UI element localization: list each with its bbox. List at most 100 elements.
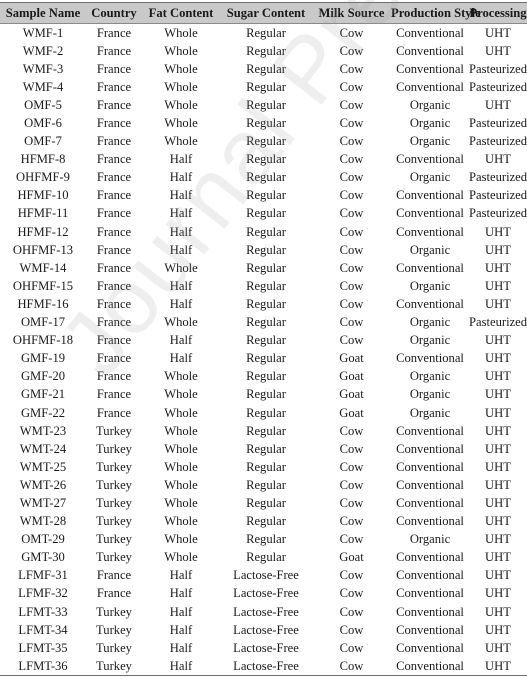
cell-fat-content: Half [169,242,193,257]
cell-sample-name: GMF-21 [20,387,66,402]
cell-production-style: Organic [409,242,451,257]
cell-milk-source: Cow [339,260,364,275]
header-processing: Processing [469,2,527,24]
cell-milk-source: Cow [339,586,364,601]
cell-fat-content: Half [169,170,193,185]
cell-processing: Pasteurized [469,61,527,76]
cell-milk-source: Goat [339,351,364,366]
cell-sugar-content: Regular [246,333,286,348]
table-row: HFMF-8 France Half Regular Cow Conventional UH… [0,151,527,169]
cell-sugar-content: Regular [246,152,286,167]
cell-sample-name: WMT-25 [19,459,67,474]
cell-sugar-content: Regular [246,116,286,131]
table-row: HFMF-10 France Half Regular Cow Conventional P… [0,187,527,205]
cell-fat-content: Whole [164,116,198,131]
table-row: WMF-1 France Whole Regular Cow Conventional UH… [0,24,527,43]
cell-sugar-content: Lactose-Free [233,622,299,637]
cell-fat-content: Half [169,333,193,348]
cell-processing: UHT [485,550,511,565]
cell-sugar-content: Lactose-Free [233,586,299,601]
cell-sample-name: WMT-28 [19,514,67,529]
cell-processing: UHT [485,459,511,474]
cell-country: France [96,568,132,583]
cell-country: France [96,278,132,293]
cell-sugar-content: Regular [246,242,286,257]
cell-sugar-content: Regular [246,79,286,94]
cell-production-style: Organic [409,170,451,185]
table-row: LFMT-36 Turkey Half Lactose-Free Cow Conventi… [0,657,527,677]
cell-production-style: Organic [409,387,451,402]
cell-sugar-content: Regular [246,550,286,565]
cell-sugar-content: Regular [246,43,286,58]
cell-sugar-content: Regular [246,25,286,40]
cell-sample-name: GMF-19 [20,351,66,366]
cell-sample-name: LFMT-35 [18,640,68,655]
cell-fat-content: Half [169,224,193,239]
cell-production-style: Conventional [396,43,464,58]
cell-processing: UHT [485,387,511,402]
cell-country: Turkey [96,550,132,565]
cell-milk-source: Cow [339,459,364,474]
cell-production-style: Conventional [396,152,464,167]
cell-country: Turkey [96,640,132,655]
cell-sugar-content: Regular [246,278,286,293]
cell-milk-source: Cow [339,477,364,492]
cell-country: France [96,97,132,112]
cell-sugar-content: Lactose-Free [233,568,299,583]
cell-milk-source: Cow [339,43,364,58]
cell-milk-source: Cow [339,514,364,529]
cell-processing: UHT [485,405,511,420]
table-row: WMF-3 France Whole Regular Cow Conventional Pa… [0,60,527,78]
cell-production-style: Organic [409,405,451,420]
cell-production-style: Conventional [396,260,464,275]
cell-sugar-content: Regular [246,260,286,275]
cell-fat-content: Half [169,188,193,203]
cell-milk-source: Cow [339,278,364,293]
cell-processing: Pasteurized [469,188,527,203]
cell-milk-source: Cow [339,134,364,149]
cell-country: France [96,79,132,94]
cell-country: France [96,188,132,203]
cell-production-style: Conventional [396,495,464,510]
table-row: HFMF-12 France Half Regular Cow Conventional U… [0,223,527,241]
table-row: WMT-23 Turkey Whole Regular Cow Conventional U… [0,422,527,440]
cell-country: France [96,170,132,185]
cell-sample-name: HFMF-10 [17,188,69,203]
cell-milk-source: Cow [339,604,364,619]
cell-sugar-content: Regular [246,206,286,221]
cell-fat-content: Half [169,586,193,601]
cell-processing: UHT [485,333,511,348]
cell-country: France [96,586,132,601]
cell-sample-name: LFMT-34 [18,622,68,637]
cell-sugar-content: Regular [246,134,286,149]
cell-sample-name: LFMF-32 [18,586,68,601]
table-row: OMF-17 France Whole Regular Cow Organic Pasteu… [0,314,527,332]
cell-sample-name: GMF-22 [20,405,66,420]
table-row: OHFMF-13 France Half Regular Cow Organic UHT [0,241,527,259]
header-country: Country [86,2,142,24]
table-row: LFMT-33 Turkey Half Lactose-Free Cow Conventi… [0,603,527,621]
cell-processing: UHT [485,586,511,601]
cell-sugar-content: Regular [246,387,286,402]
table-row: LFMT-34 Turkey Half Lactose-Free Cow Conventi… [0,621,527,639]
cell-fat-content: Whole [164,43,198,58]
cell-sample-name: OMF-5 [24,97,62,112]
table-header: Sample Name Country Fat Content Sugar Co… [0,2,527,24]
cell-processing: UHT [485,242,511,257]
cell-processing: UHT [485,25,511,40]
cell-processing: Pasteurized [469,134,527,149]
cell-sample-name: OMF-17 [20,315,66,330]
cell-production-style: Organic [409,116,451,131]
cell-sugar-content: Regular [246,351,286,366]
cell-country: France [96,43,132,58]
cell-milk-source: Cow [339,532,364,547]
cell-milk-source: Cow [339,441,364,456]
cell-sample-name: OMT-29 [21,532,65,547]
cell-sample-name: OMF-6 [24,116,62,131]
cell-sample-name: WMF-3 [22,61,64,76]
cell-country: France [96,61,132,76]
cell-milk-source: Goat [339,550,364,565]
cell-processing: UHT [485,278,511,293]
cell-production-style: Organic [409,315,451,330]
cell-fat-content: Half [169,604,193,619]
